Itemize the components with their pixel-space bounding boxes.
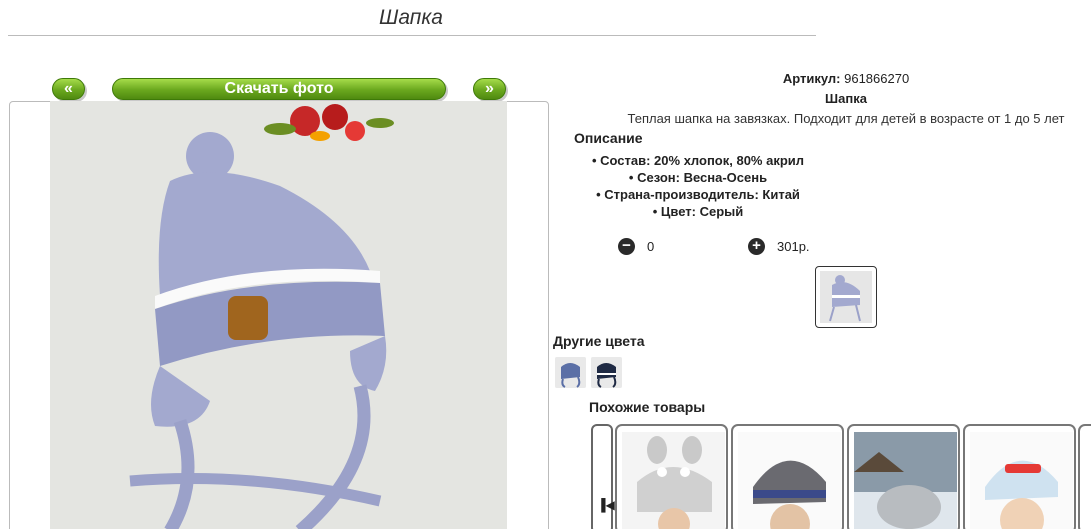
prev-photo-button[interactable]: « xyxy=(52,78,85,100)
page-title: Шапка xyxy=(379,6,443,29)
spec-list: Состав: 20% хлопок, 80% акрил Сезон: Вес… xyxy=(560,152,836,220)
spec-item: Сезон: Весна-Осень xyxy=(560,169,836,186)
similar-products-heading: Похожие товары xyxy=(589,399,706,415)
hat-illustration xyxy=(50,101,507,529)
similar-product-item[interactable] xyxy=(615,424,728,529)
other-colors-heading: Другие цвета xyxy=(553,333,645,349)
product-thumbnail xyxy=(622,432,725,529)
product-photo[interactable] xyxy=(50,101,507,529)
selected-thumbnail[interactable] xyxy=(815,266,877,328)
plus-circle-icon[interactable]: + xyxy=(748,238,765,255)
product-thumbnail xyxy=(738,432,841,529)
title-divider xyxy=(8,35,816,36)
product-thumbnail xyxy=(854,432,957,529)
product-description: Теплая шапка на завязках. Подходит для д… xyxy=(627,111,1065,126)
hat-color-icon xyxy=(591,357,622,388)
carousel-partial-item[interactable] xyxy=(1078,424,1091,529)
sku-line: Артикул: 961866270 xyxy=(560,71,1091,86)
carousel-prev-button[interactable]: ▐◀ xyxy=(591,424,615,529)
price: 301р. xyxy=(777,239,810,254)
similar-product-item[interactable] xyxy=(731,424,844,529)
sku-label: Артикул: xyxy=(782,71,841,86)
similar-product-item[interactable] xyxy=(963,424,1076,529)
color-swatch-navy[interactable] xyxy=(591,357,622,388)
product-thumbnail xyxy=(970,432,1073,529)
quantity-control: − 0 xyxy=(618,238,654,255)
spec-item: Страна-производитель: Китай xyxy=(560,186,836,203)
hat-color-icon xyxy=(555,357,586,388)
step-back-icon: ▐◀ xyxy=(597,498,615,512)
product-name: Шапка xyxy=(825,91,867,106)
add-control: + 301р. xyxy=(748,238,810,255)
sku-value: 961866270 xyxy=(844,71,910,86)
hat-thumbnail-icon xyxy=(820,271,872,323)
spec-item: Цвет: Серый xyxy=(560,203,836,220)
spec-item: Состав: 20% хлопок, 80% акрил xyxy=(560,152,836,169)
similar-product-item[interactable] xyxy=(847,424,960,529)
download-photo-button[interactable]: Скачать фото xyxy=(112,78,446,100)
description-heading: Описание xyxy=(574,130,643,146)
minus-circle-icon[interactable]: − xyxy=(618,238,635,255)
next-photo-button[interactable]: » xyxy=(473,78,506,100)
color-swatch-blue[interactable] xyxy=(555,357,586,388)
quantity-value: 0 xyxy=(647,239,655,254)
